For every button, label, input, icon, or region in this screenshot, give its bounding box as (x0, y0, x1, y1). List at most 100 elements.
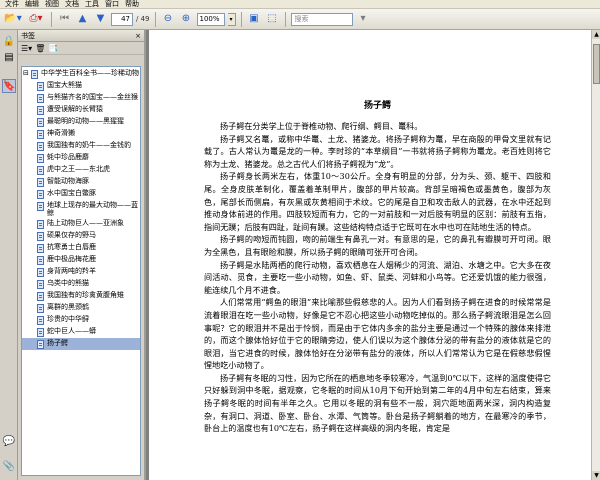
bookmarks-panel-title: 书签 (21, 31, 35, 40)
bookmark-item[interactable]: 蛇中巨人——蟒 (22, 326, 140, 338)
bookmark-item-label: 与熊猫齐名的国宝——金丝猴 (47, 93, 138, 101)
bookmark-item-label: 鹿中极品梅花鹿 (47, 255, 96, 263)
bookmark-icon (37, 328, 44, 337)
fit-page-icon[interactable]: ▣ (247, 12, 262, 27)
bookmark-item-label: 身背两吨的羚羊 (47, 267, 96, 275)
bookmark-icon (37, 94, 44, 103)
bookmark-item[interactable]: 地球上现存的最大动物——蓝鲸 (22, 200, 140, 218)
bookmark-item[interactable]: 抗寒勇士白唇鹿 (22, 242, 140, 254)
zoom-level-input[interactable]: 100% (196, 12, 225, 26)
bookmark-item-label: 虎中之王——东北虎 (47, 165, 110, 173)
page-number-input[interactable]: 47 (111, 12, 133, 26)
bookmark-item[interactable]: 珍贵的中华鲟 (22, 314, 140, 326)
zoom-out-icon[interactable]: ⊖ (161, 12, 176, 27)
bookmark-item[interactable]: 扬子鳄 (22, 338, 140, 350)
bookmark-icon (37, 106, 44, 115)
next-page-icon[interactable]: ▼ (93, 12, 108, 27)
menu-bar: 文件 编辑 视图 文档 工具 窗口 帮助 (0, 0, 600, 9)
bookmark-item[interactable]: 身背两吨的羚羊 (22, 266, 140, 278)
previous-page-icon[interactable]: ▲ (75, 12, 90, 27)
bookmark-item[interactable]: 水中国宝白鳖豚 (22, 188, 140, 200)
search-dropdown-icon[interactable]: ▾ (356, 12, 371, 27)
article-paragraph: 扬子鳄又名鼍，或称中华鼍、土龙、猪婆龙。将扬子鳄称为鼍，早在商殷的甲骨文里就有记… (204, 133, 551, 169)
bookmark-root[interactable]: ⊟ 中华学生百科全书——珍稀动物 (22, 67, 140, 80)
bookmark-item-label: 水中国宝白鳖豚 (47, 189, 96, 197)
fit-width-icon[interactable]: ⬚ (265, 12, 280, 27)
article-body: 扬子鳄在分类学上位于脊椎动物、爬行纲、鳄目、鼍科。 扬子鳄又名鼍，或称中华鼍、土龙… (204, 120, 551, 435)
bookmark-tree: ⊟ 中华学生百科全书——珍稀动物 国宝大熊猫与熊猫齐名的国宝——金丝猴 遭受误解的… (21, 66, 141, 476)
article-paragraph: 扬子鳄是水陆两栖的爬行动物，喜欢栖息在人烟稀少的河流、湖泊、水塘之中。它大多在夜… (204, 259, 551, 295)
bookmark-icon (37, 220, 44, 229)
article-title: 扬子鳄 (363, 101, 391, 111)
comments-icon[interactable]: 💬 (2, 435, 16, 449)
bookmark-item[interactable]: 乌类中的熊猫 (22, 278, 140, 290)
bookmark-item-label: 遭受误解的长臂猿 (47, 105, 103, 113)
bookmark-item[interactable]: 我国独有的奶牛——金钱豹 (22, 140, 140, 152)
bookmarks-panel: 书签 × ☰▾ 🗑 📑 ⊟ 中华学生百科全书——珍稀动物 国宝大熊猫与熊猫齐名的… (18, 30, 146, 480)
bookmark-item[interactable]: 离群的黑颈鹤 (22, 302, 140, 314)
open-file-icon[interactable]: 📂▾ (3, 12, 23, 27)
article-paragraph: 人们常常用“鳄鱼的眼泪”来比喻那些假慈悲的人。因为人们看到扬子鳄在进食的时候常常… (204, 297, 551, 371)
menu-edit[interactable]: 编辑 (22, 0, 42, 9)
bookmark-item[interactable]: 与熊猫齐名的国宝——金丝猴 (22, 92, 140, 104)
lock-icon[interactable]: 🔒 (2, 35, 16, 49)
document-page: 扬子鳄 扬子鳄在分类学上位于脊椎动物、爬行纲、鳄目、鼍科。 扬子鳄又名鼍，或称中华… (149, 30, 591, 480)
bookmark-icon (37, 178, 44, 187)
toolbar: 📂▾ ⎙▾ ⏮ ▲ ▼ 47 / 49 ⊖ ⊕ 100% ▾ ▣ ⬚ 搜索 ▾ (0, 9, 600, 30)
bookmark-icon (37, 268, 44, 277)
bookmark-item[interactable]: 智能动物海豚 (22, 176, 140, 188)
bookmark-icon (37, 118, 44, 127)
zoom-in-icon[interactable]: ⊕ (179, 12, 194, 27)
bookmark-item[interactable]: 遭受误解的长臂猿 (22, 104, 140, 116)
attachment-icon[interactable]: 📎 (2, 460, 16, 474)
bookmark-item[interactable]: 鹿中极品梅花鹿 (22, 254, 140, 266)
bookmark-item-label: 蚝中珍品鹿麝 (47, 153, 89, 161)
menu-help[interactable]: 帮助 (122, 0, 142, 9)
bookmark-item[interactable]: 神奇滑獭 (22, 128, 140, 140)
bookmark-options-icon[interactable]: ☰▾ (21, 44, 32, 53)
vertical-scrollbar[interactable]: ▲ ▼ (591, 30, 600, 480)
bookmarks-panel-header: 书签 × (18, 30, 144, 42)
delete-bookmark-icon[interactable]: 🗑 (35, 44, 45, 53)
menu-file[interactable]: 文件 (2, 0, 22, 9)
bookmark-root-label: 中华学生百科全书——珍稀动物 (41, 69, 139, 77)
bookmark-item[interactable]: 最聪明的动物——黑猩猩 (22, 116, 140, 128)
collapse-icon[interactable]: ⊟ (23, 69, 31, 77)
menu-tools[interactable]: 工具 (82, 0, 102, 9)
print-icon[interactable]: ⎙▾ (26, 12, 46, 27)
bookmark-item-label: 珍贵的中华鲟 (47, 315, 89, 323)
bookmark-item-label: 我国独有的珍禽黄腹角雉 (47, 291, 124, 299)
bookmark-item[interactable]: 蚝中珍品鹿麝 (22, 152, 140, 164)
bookmarks-panel-icon[interactable]: 🔖 (2, 79, 16, 93)
bookmark-item-label: 陆上动物巨人——亚洲象 (47, 219, 124, 227)
toolbar-separator (154, 11, 156, 27)
search-input[interactable]: 搜索 (290, 12, 353, 26)
pages-icon[interactable]: ▤ (2, 51, 16, 65)
bookmark-icon (37, 280, 44, 289)
bookmark-item-label: 扬子鳄 (47, 339, 68, 347)
zoom-dropdown-icon[interactable]: ▾ (227, 12, 236, 26)
scroll-down-icon[interactable]: ▼ (592, 471, 600, 480)
bookmark-item[interactable]: 虎中之王——东北虎 (22, 164, 140, 176)
bookmark-item[interactable]: 国宝大熊猫 (22, 80, 140, 92)
toolbar-separator (240, 11, 242, 27)
menu-document[interactable]: 文档 (62, 0, 82, 9)
new-bookmark-icon[interactable]: 📑 (48, 44, 58, 53)
document-view[interactable]: 扬子鳄 扬子鳄在分类学上位于脊椎动物、爬行纲、鳄目、鼍科。 扬子鳄又名鼍，或称中华… (146, 30, 600, 480)
bookmark-item-label: 国宝大熊猫 (47, 81, 82, 89)
article-paragraph: 扬子鳄有冬眠的习性，因为它所在的栖息地冬季较寒冷，气温到0℃以下，这样的温度使得… (204, 372, 551, 434)
menu-window[interactable]: 窗口 (102, 0, 122, 9)
bookmark-icon (37, 202, 44, 211)
toolbar-separator (51, 11, 52, 27)
bookmark-item[interactable]: 我国独有的珍禽黄腹角雉 (22, 290, 140, 302)
bookmark-item-label: 智能动物海豚 (47, 177, 89, 185)
scroll-up-icon[interactable]: ▲ (592, 30, 600, 39)
bookmark-item[interactable]: 陆上动物巨人——亚洲象 (22, 218, 140, 230)
first-page-icon[interactable]: ⏮ (57, 12, 72, 27)
close-icon[interactable]: × (135, 32, 141, 40)
bookmark-item[interactable]: 硕果仅存的野马 (22, 230, 140, 242)
bookmarks-toolbar: ☰▾ 🗑 📑 (18, 42, 144, 55)
bookmark-icon (37, 142, 44, 151)
menu-view[interactable]: 视图 (42, 0, 62, 9)
scrollbar-thumb[interactable] (593, 44, 600, 84)
